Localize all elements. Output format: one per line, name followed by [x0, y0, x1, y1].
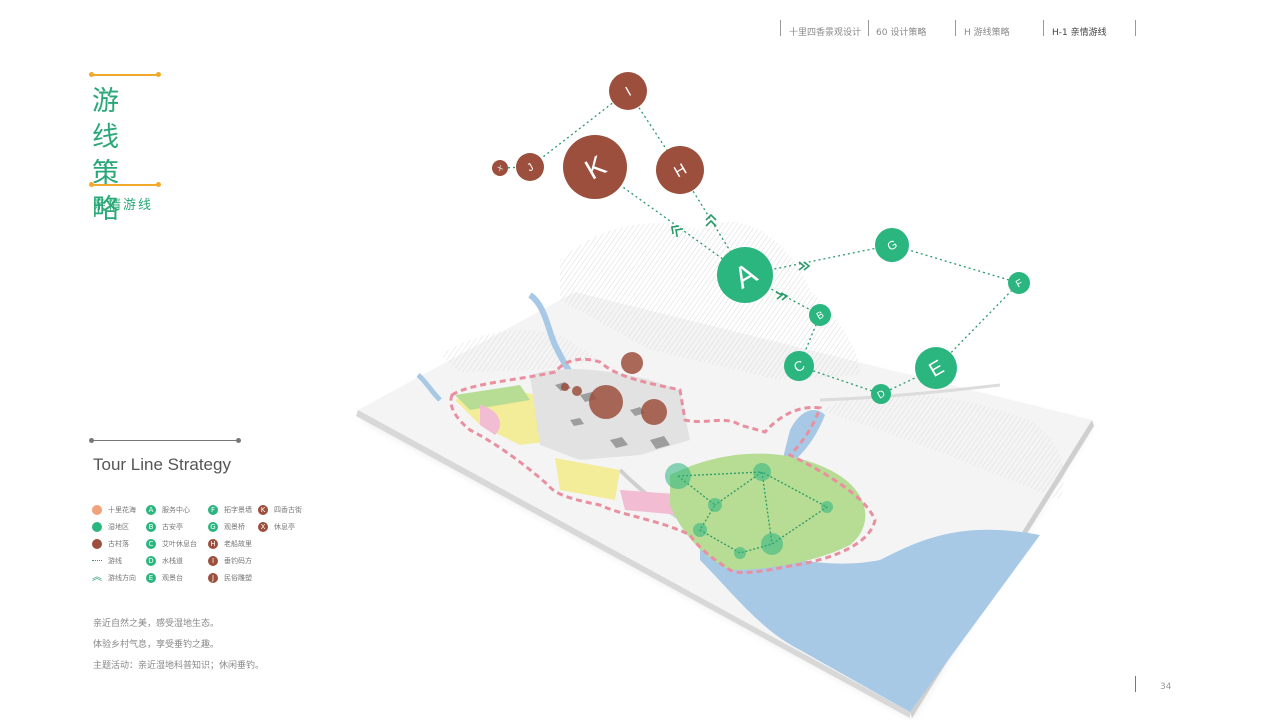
- map-node-c[interactable]: C: [784, 351, 814, 381]
- map-node-f[interactable]: F: [1008, 272, 1030, 294]
- wetland-node: [708, 498, 722, 512]
- wetland-node: [693, 523, 707, 537]
- map-node-g[interactable]: G: [875, 228, 909, 262]
- wetland-node: [761, 533, 783, 555]
- site-map: A B C D E F G HI J K X: [356, 72, 1094, 718]
- map-village-marker: [589, 385, 623, 419]
- chevron-icon: [705, 213, 717, 227]
- map-node-j[interactable]: J: [516, 153, 544, 181]
- map-node-b[interactable]: B: [809, 304, 831, 326]
- route-g-f: [891, 244, 1020, 284]
- wetland-node: [821, 501, 833, 513]
- map-node-d[interactable]: D: [871, 384, 891, 404]
- map-village-marker: [561, 383, 569, 391]
- map-node-k[interactable]: K: [563, 135, 627, 199]
- map-node-h[interactable]: H: [656, 146, 704, 194]
- map-node-i[interactable]: I: [609, 72, 647, 110]
- map-village-marker: [621, 352, 643, 374]
- map-village-marker: [572, 386, 582, 396]
- wetland-node: [753, 463, 771, 481]
- map-node-a[interactable]: A: [717, 247, 773, 303]
- map-node-x[interactable]: X: [492, 160, 508, 176]
- wetland-node: [665, 463, 691, 489]
- map-village-marker: [641, 399, 667, 425]
- wetland-node: [734, 547, 746, 559]
- map-node-e[interactable]: E: [915, 347, 957, 389]
